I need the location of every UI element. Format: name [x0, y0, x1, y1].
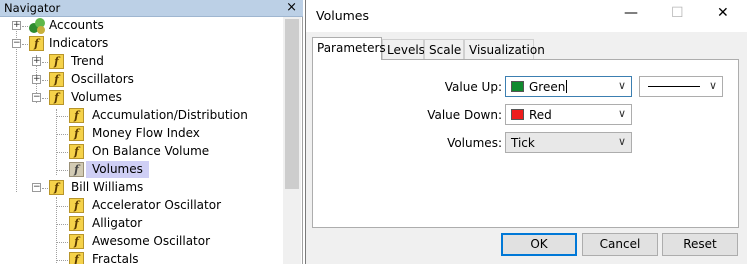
value-down-label: Value Down:: [427, 108, 502, 122]
tree-item-accumulation-distribution[interactable]: f Accumulation/Distribution: [0, 107, 283, 125]
volumes-type-value: Tick: [511, 136, 535, 150]
collapse-icon[interactable]: −: [32, 93, 41, 102]
minimize-icon[interactable]: —: [624, 5, 638, 21]
close-icon[interactable]: ✕: [717, 5, 729, 21]
green-color-swatch: [511, 81, 524, 92]
function-icon: f: [69, 198, 84, 213]
tree-label-indicators: Indicators: [49, 36, 109, 50]
navigator-titlebar: Navigator ×: [0, 0, 303, 17]
function-icon: f: [29, 36, 44, 51]
solid-line-sample: [648, 86, 700, 87]
chevron-down-icon: ∨: [617, 135, 626, 148]
tree-item-accounts[interactable]: + Accounts: [0, 17, 283, 35]
maximize-icon: ☐: [671, 5, 684, 21]
tree-label: Accumulation/Distribution: [92, 108, 248, 122]
tree-item-fractals[interactable]: f Fractals: [0, 251, 283, 264]
function-icon: f: [69, 162, 84, 177]
tree-label: Accelerator Oscillator: [92, 198, 222, 212]
volumes-type-select[interactable]: Tick ∨: [505, 132, 632, 153]
volumes-label: Volumes:: [447, 136, 502, 150]
collapse-icon[interactable]: −: [12, 39, 21, 48]
function-icon: f: [69, 252, 84, 264]
chevron-down-icon: ∨: [617, 107, 626, 120]
tree-item-money-flow-index[interactable]: f Money Flow Index: [0, 125, 283, 143]
navigator-close-icon[interactable]: ×: [286, 0, 297, 16]
value-up-value: Green: [529, 80, 566, 94]
tab-parameters[interactable]: Parameters: [312, 37, 386, 60]
dialog-title: Volumes: [316, 8, 370, 23]
expand-icon[interactable]: +: [32, 75, 41, 84]
function-icon: f: [69, 216, 84, 231]
tree-item-alligator[interactable]: f Alligator: [0, 215, 283, 233]
function-icon: f: [69, 108, 84, 123]
tree-item-oscillators[interactable]: + f Oscillators: [0, 71, 283, 89]
line-style-select[interactable]: ∨: [639, 76, 723, 97]
function-icon: f: [69, 126, 84, 141]
tree-label: Fractals: [92, 252, 139, 264]
expand-icon[interactable]: +: [32, 57, 41, 66]
value-up-color-select[interactable]: Green ∨: [505, 76, 632, 97]
function-icon: f: [49, 54, 64, 69]
tree-label: Alligator: [92, 216, 143, 230]
function-icon: f: [69, 144, 84, 159]
volumes-dialog: Volumes — ☐ ✕ Parameters Levels Scale Vi…: [305, 0, 747, 264]
tree-label-oscillators: Oscillators: [71, 72, 134, 86]
tree-item-accelerator-oscillator[interactable]: f Accelerator Oscillator: [0, 197, 283, 215]
tree-item-volumes-folder[interactable]: − f Volumes: [0, 89, 283, 107]
chevron-down-icon: ∨: [617, 79, 626, 92]
tab-scale[interactable]: Scale: [424, 39, 464, 59]
function-icon: f: [49, 72, 64, 87]
reset-button[interactable]: Reset: [662, 233, 738, 256]
red-color-swatch: [511, 109, 524, 120]
value-up-label: Value Up:: [444, 80, 502, 94]
tab-visualization[interactable]: Visualization: [464, 39, 545, 59]
function-icon: f: [49, 180, 64, 195]
parameters-panel: Value Up: Green ∨ ∨ Value Down: Red ∨ Vo…: [312, 59, 739, 228]
tree-item-awesome-oscillator[interactable]: f Awesome Oscillator: [0, 233, 283, 251]
tree-item-bill-williams-folder[interactable]: − f Bill Williams: [0, 179, 283, 197]
navigator-panel: Navigator × + Accounts − f Indicators + …: [0, 0, 303, 264]
tree-label: Money Flow Index: [92, 126, 200, 140]
tree-item-indicators[interactable]: − f Indicators: [0, 35, 283, 53]
value-down-color-select[interactable]: Red ∨: [505, 104, 632, 125]
navigator-scrollbar[interactable]: [283, 17, 301, 264]
tree-item-volumes-selected[interactable]: f Volumes: [0, 161, 283, 179]
value-down-value: Red: [529, 108, 552, 122]
navigator-tree: + Accounts − f Indicators + f Trend + f …: [0, 17, 283, 264]
tree-label: On Balance Volume: [92, 144, 210, 158]
scrollbar-thumb[interactable]: [285, 19, 299, 189]
navigator-title: Navigator: [4, 1, 61, 15]
tree-label-trend: Trend: [71, 54, 104, 68]
tree-label-bill-williams: Bill Williams: [71, 180, 144, 194]
tree-item-trend[interactable]: + f Trend: [0, 53, 283, 71]
dialog-body: Parameters Levels Scale Visualization Va…: [306, 32, 747, 264]
tree-item-on-balance-volume[interactable]: f On Balance Volume: [0, 143, 283, 161]
cancel-button[interactable]: Cancel: [582, 233, 658, 256]
tree-label: Awesome Oscillator: [92, 234, 211, 248]
tree-label-volumes-folder: Volumes: [71, 90, 122, 104]
ok-button[interactable]: OK: [501, 233, 577, 256]
collapse-icon[interactable]: −: [32, 183, 41, 192]
chevron-down-icon: ∨: [708, 79, 717, 92]
function-icon: f: [69, 234, 84, 249]
tree-label-accounts: Accounts: [49, 18, 104, 32]
accounts-icon: [28, 17, 46, 34]
function-icon: f: [49, 90, 64, 105]
tab-levels[interactable]: Levels: [382, 39, 425, 59]
tree-label-selected: Volumes: [86, 161, 149, 178]
expand-icon[interactable]: +: [12, 21, 21, 30]
